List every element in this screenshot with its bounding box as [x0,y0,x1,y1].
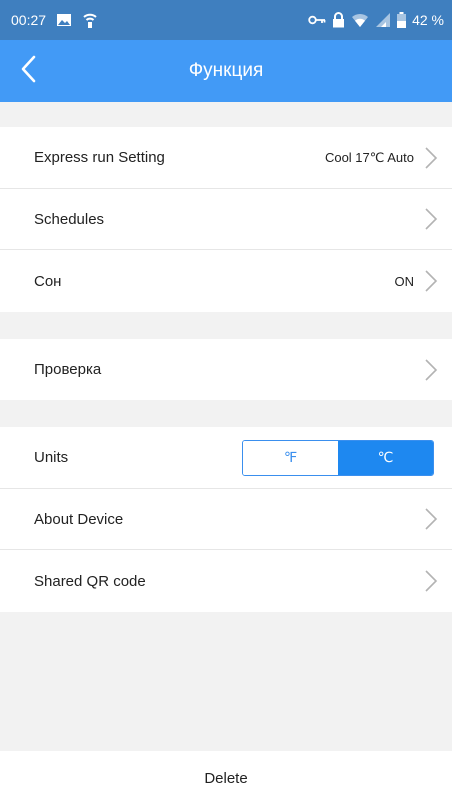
schedules-right [424,207,438,231]
about-device-label: About Device [34,510,124,528]
battery-percent: 42 % [412,12,444,28]
check-row[interactable]: Проверка [0,339,452,400]
delete-label: Delete [204,769,248,787]
battery-icon [397,12,407,28]
wifi-signal-icon [82,11,98,29]
sleep-value: ON [394,273,415,289]
express-run-setting-label: Express run Setting [34,149,165,166]
unit-fahrenheit-option[interactable]: ℉ [243,440,338,475]
unit-celsius-option[interactable]: ℃ [338,440,433,475]
express-run-setting-row[interactable]: Express run Setting Cool 17℃ Auto [0,127,452,189]
check-label: Проверка [34,361,102,378]
check-right [424,358,438,382]
units-toggle[interactable]: ℉ ℃ [242,439,434,476]
schedules-row[interactable]: Schedules [0,189,452,250]
lock-icon [332,12,345,28]
wifi-icon [351,12,369,28]
express-run-setting-value: Cool 17℃ Auto [324,149,414,165]
delete-button[interactable]: Delete [0,751,452,805]
units-label: Units [34,449,69,466]
sleep-row[interactable]: Сон ON [0,250,452,312]
screen: 00:27 42 % Функция Express run Setting C… [0,0,452,805]
status-right: 42 % [308,12,444,28]
cell-signal-icon [375,12,391,28]
page-title: Функция [188,60,264,81]
status-time: 00:27 [11,12,47,28]
about-device-row[interactable]: About Device [0,489,452,550]
key-icon [308,14,326,26]
shared-qr-code-right [424,569,438,593]
about-device-right [424,507,438,531]
express-run-setting-right: Cool 17℃ Auto [325,146,438,170]
sleep-label: Сон [34,272,62,290]
schedules-label: Schedules [34,210,105,228]
chevron-right-icon [424,358,438,382]
chevron-right-icon [424,569,438,593]
chevron-right-icon [424,146,438,170]
chevron-right-icon [424,207,438,231]
shared-qr-code-row[interactable]: Shared QR code [0,550,452,612]
image-icon [56,13,72,27]
chevron-right-icon [424,269,438,293]
chevron-right-icon [424,507,438,531]
app-bar: Функция [0,40,452,102]
shared-qr-code-label: Shared QR code [34,572,146,590]
units-row: Units ℉ ℃ [0,427,452,489]
status-bar: 00:27 42 % [0,0,452,40]
status-left: 00:27 [11,11,98,29]
sleep-right: ON [395,269,439,293]
